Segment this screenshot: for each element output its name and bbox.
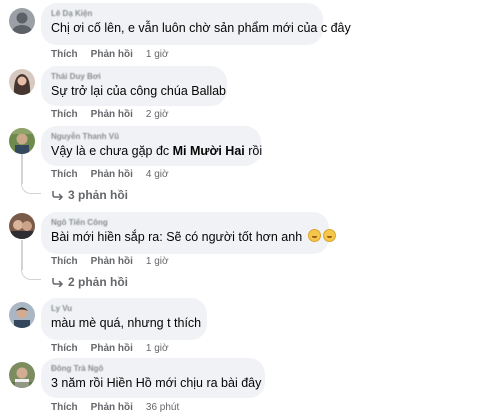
- comment-actions: Thích Phản hồi 2 giờ: [51, 109, 182, 120]
- comment-actions: Thích Phản hồi 1 giờ: [51, 256, 182, 267]
- reply-button[interactable]: Phản hồi: [91, 256, 133, 267]
- comment-bubble: Đông Trà Ngô 3 năm rồi Hiền Hồ mới chịu …: [41, 358, 265, 398]
- reply-button[interactable]: Phản hồi: [91, 402, 133, 413]
- comment-time[interactable]: 1 giờ: [146, 49, 169, 60]
- comment-bubble: Ly Vu màu mè quá, nhưng t thích: [41, 298, 207, 340]
- avatar[interactable]: [9, 8, 35, 34]
- avatar[interactable]: [9, 302, 35, 328]
- comment-author[interactable]: Lê Dạ Kiện: [51, 9, 312, 19]
- comment-bubble: Lê Dạ Kiện Chị ơi cố lên, e vẫn luôn chờ…: [41, 3, 351, 45]
- comment-author[interactable]: Thái Duy Bơi: [51, 72, 216, 82]
- comment-bubble: Ngô Tiến Công Bài mới hiền sắp ra: Sẽ có…: [41, 212, 336, 254]
- like-button[interactable]: Thích: [51, 109, 78, 120]
- comment-text: màu mè quá, nhưng t thích: [51, 316, 202, 330]
- reply-button[interactable]: Phản hồi: [91, 343, 133, 354]
- comment-time[interactable]: 1 giờ: [146, 256, 169, 267]
- comment-time[interactable]: 2 giờ: [146, 109, 169, 120]
- comment-actions: Thích Phản hồi 1 giờ: [51, 343, 182, 354]
- like-button[interactable]: Thích: [51, 343, 78, 354]
- avatar[interactable]: [9, 213, 35, 239]
- thread-line: [21, 240, 23, 270]
- comment-author[interactable]: Nguyễn Thanh Vũ: [51, 132, 250, 142]
- comment-bubble: Thái Duy Bơi Sự trở lại của công chúa Ba…: [41, 66, 227, 106]
- comment-text: Chị ơi cố lên, e vẫn luôn chờ sản phẩm m…: [51, 21, 351, 35]
- reply-button[interactable]: Phản hồi: [91, 109, 133, 120]
- mentioned-name[interactable]: Mi Mười Hai: [173, 144, 245, 158]
- comment-author[interactable]: Đông Trà Ngô: [51, 364, 254, 374]
- comment-actions: Thích Phản hồi 36 phút: [51, 402, 192, 413]
- reply-button[interactable]: Phản hồi: [91, 49, 133, 60]
- like-button[interactable]: Thích: [51, 402, 78, 413]
- comment-text: Sự trở lại của công chúa Ballab: [51, 84, 226, 98]
- thread-line: [21, 154, 23, 184]
- comment-text: Vậy là e chưa gặp đc Mi Mười Hai rồi: [51, 144, 263, 158]
- reply-arrow-icon: [52, 189, 66, 203]
- comment-author[interactable]: Ly Vu: [51, 304, 196, 314]
- comment-author[interactable]: Ngô Tiến Công: [51, 218, 318, 228]
- comment-time[interactable]: 36 phút: [146, 402, 179, 413]
- reply-button[interactable]: Phản hồi: [91, 169, 133, 180]
- like-button[interactable]: Thích: [51, 49, 78, 60]
- thread-connector: [21, 270, 41, 280]
- comment-text: 3 năm rồi Hiền Hồ mới chịu ra bài đây: [51, 376, 262, 390]
- comment-bubble: Nguyễn Thanh Vũ Vậy là e chưa gặp đc Mi …: [41, 126, 263, 166]
- view-replies-link[interactable]: 3 phản hồi: [52, 188, 128, 203]
- comment-text: Bài mới hiền sắp ra: Sẽ có người tốt hơn…: [51, 229, 336, 245]
- comment-time[interactable]: 4 giờ: [146, 169, 169, 180]
- comment-actions: Thích Phản hồi 1 giờ: [51, 49, 182, 60]
- view-replies-link[interactable]: 2 phản hồi: [52, 275, 128, 290]
- thread-connector: [21, 184, 41, 194]
- grin-emoji-icon: [322, 229, 336, 242]
- avatar[interactable]: [9, 362, 35, 388]
- grin-emoji-icon: [307, 229, 321, 242]
- comment-time[interactable]: 1 giờ: [146, 343, 169, 354]
- comment-actions: Thích Phản hồi 4 giờ: [51, 169, 182, 180]
- like-button[interactable]: Thích: [51, 169, 78, 180]
- like-button[interactable]: Thích: [51, 256, 78, 267]
- replies-count: 3 phản hồi: [68, 188, 128, 202]
- avatar[interactable]: [9, 69, 35, 95]
- avatar[interactable]: [9, 128, 35, 154]
- reply-arrow-icon: [52, 276, 66, 290]
- replies-count: 2 phản hồi: [68, 275, 128, 289]
